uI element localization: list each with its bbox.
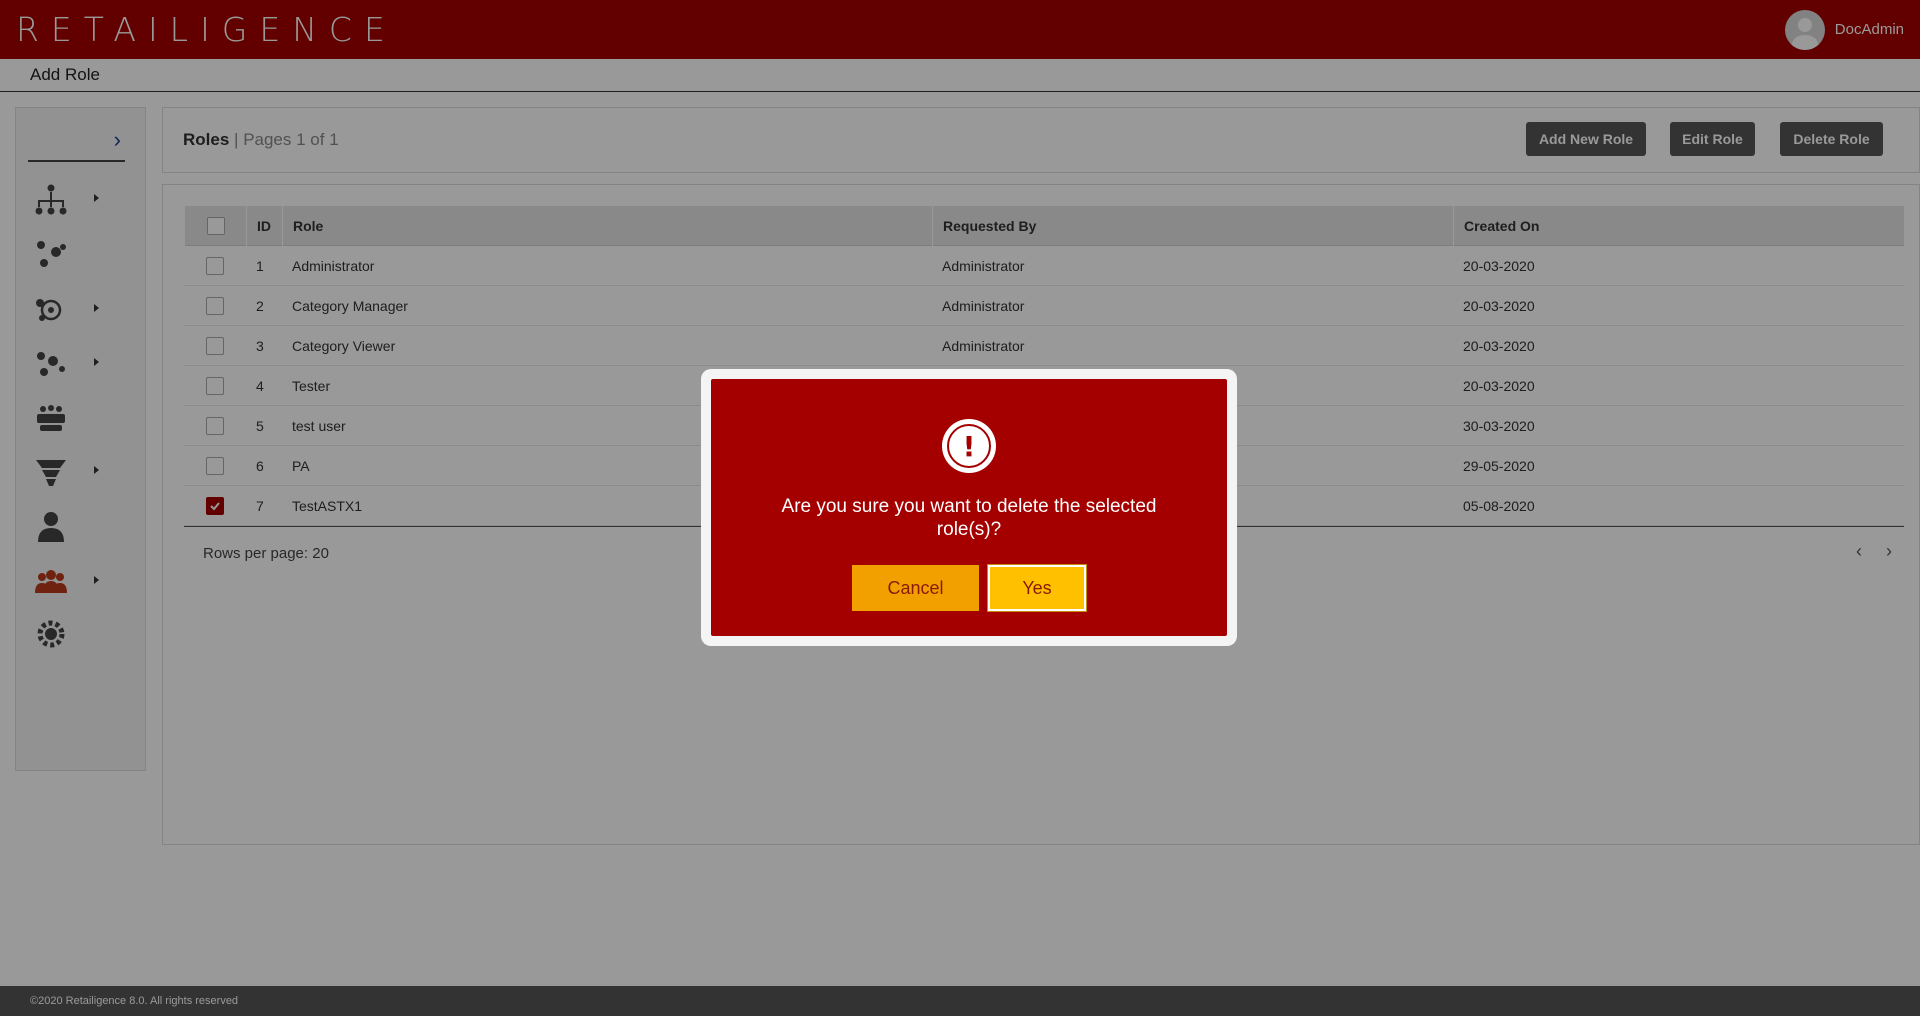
delete-confirm-dialog: ! Are you sure you want to delete the se… — [701, 369, 1237, 646]
yes-button[interactable]: Yes — [988, 565, 1086, 611]
dialog-message: Are you sure you want to delete the sele… — [781, 496, 1157, 540]
dialog-body: ! Are you sure you want to delete the se… — [711, 379, 1227, 636]
cancel-button[interactable]: Cancel — [852, 565, 979, 611]
exclamation-icon: ! — [947, 424, 991, 468]
warning-icon: ! — [942, 419, 996, 473]
